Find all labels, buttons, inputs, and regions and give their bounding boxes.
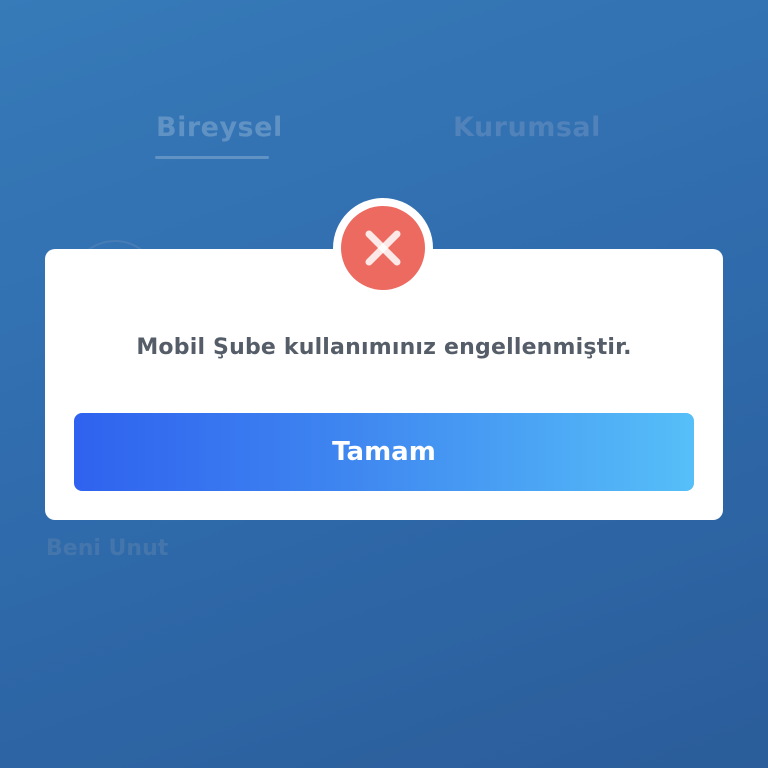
login-screen: Bireysel Kurumsal Beni Unut Mobil Şube k…: [0, 0, 768, 768]
error-x-icon: [341, 206, 425, 290]
error-message: Mobil Şube kullanımınız engellenmiştir.: [136, 335, 632, 360]
error-badge: [333, 198, 433, 298]
ok-button-label: Tamam: [332, 437, 436, 467]
ok-button[interactable]: Tamam: [74, 413, 694, 491]
